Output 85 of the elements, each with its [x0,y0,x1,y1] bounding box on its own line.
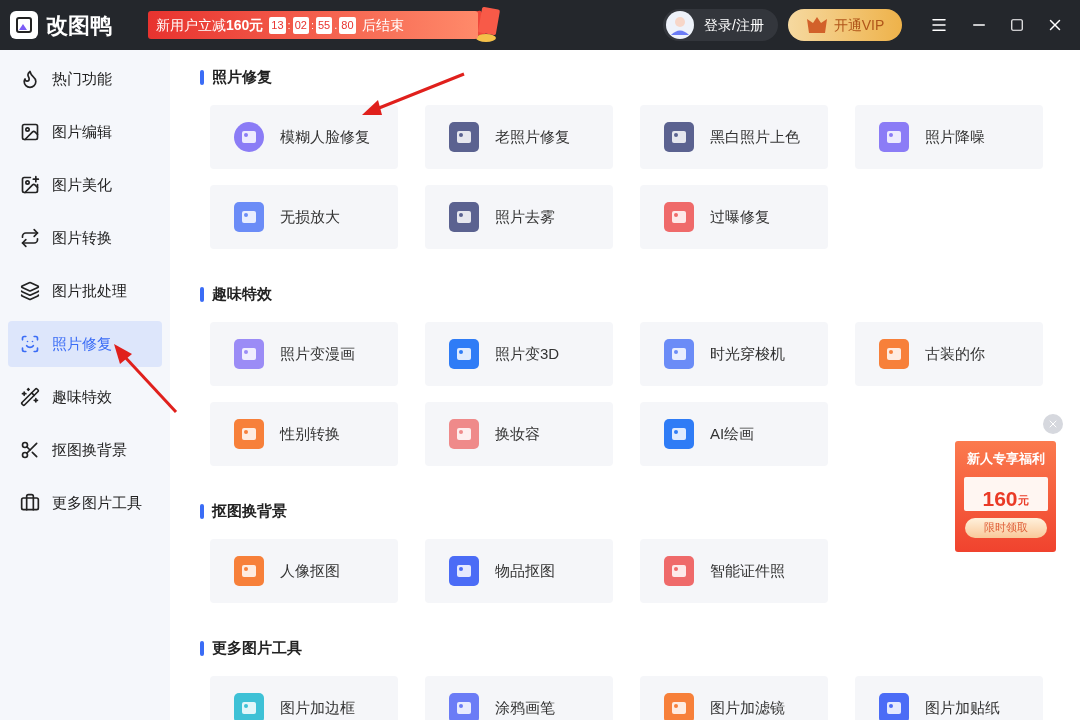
tool-card[interactable]: 图片加贴纸 [855,676,1043,720]
section-title: 抠图换背景 [212,500,287,521]
promo-suffix: 后结束 [361,15,404,35]
tool-icon [877,120,911,154]
section-title: 趣味特效 [212,283,272,304]
tool-card[interactable]: 照片变3D [425,322,613,386]
tool-card[interactable]: 照片降噪 [855,105,1043,169]
countdown-separator: . [334,17,338,33]
sidebar-item[interactable]: 图片转换 [8,215,162,261]
tool-card[interactable]: 物品抠图 [425,539,613,603]
tool-icon [877,337,911,371]
sidebar-item-icon [20,228,40,248]
tool-card[interactable]: 涂鸦画笔 [425,676,613,720]
tool-icon [447,417,481,451]
countdown-digits: 55 [316,16,333,34]
tool-card[interactable]: 智能证件照 [640,539,828,603]
tool-card[interactable]: 古装的你 [855,322,1043,386]
sidebar-item[interactable]: 更多图片工具 [8,480,162,526]
promo-banner[interactable]: 新用户立减160元 13 : 02 : 55 . 80 后结束 [148,11,478,39]
tool-icon [447,554,481,588]
tool-icon [662,691,696,720]
tool-icon [232,691,266,720]
gift-popup[interactable]: 新人专享福利 160元 限时领取 [955,441,1056,552]
sidebar-item[interactable]: 图片美化 [8,162,162,208]
coupon-unit: 元 [1017,494,1029,508]
section-title: 更多图片工具 [212,637,302,658]
tool-icon [447,120,481,154]
sidebar-item[interactable]: 图片批处理 [8,268,162,314]
tool-card[interactable]: 时光穿梭机 [640,322,828,386]
promo-text: 新用户立减160元 [156,15,264,35]
countdown-separator: : [287,17,291,33]
gift-title: 新人专享福利 [966,450,1045,468]
tool-icon [662,554,696,588]
tool-card[interactable]: 过曝修复 [640,185,828,249]
tool-icon [447,337,481,371]
tool-card[interactable]: 人像抠图 [210,539,398,603]
section-title: 照片修复 [212,66,272,87]
sidebar-item[interactable]: 趣味特效 [8,374,162,420]
tool-icon [232,200,266,234]
sidebar-item-icon [20,281,40,301]
maximize-icon[interactable] [1010,18,1024,32]
tool-card[interactable]: 照片去雾 [425,185,613,249]
tool-icon [232,417,266,451]
countdown-digits: 02 [292,16,309,34]
tool-icon [232,554,266,588]
coupon-amount: 160 [982,487,1018,509]
sidebar-item-icon [20,175,40,195]
tool-icon [662,417,696,451]
sidebar-item-icon [20,440,40,460]
tool-icon [232,337,266,371]
tool-icon [662,200,696,234]
tool-icon [662,120,696,154]
tool-icon [447,200,481,234]
login-button[interactable]: 登录/注册 [663,9,778,41]
sidebar-item[interactable]: 图片编辑 [8,109,162,155]
sidebar-item-icon [20,69,40,89]
tool-icon [232,120,266,154]
tool-card[interactable]: AI绘画 [640,402,828,466]
tool-icon [877,691,911,720]
countdown-digits: 80 [339,16,356,34]
app-name: 改图鸭 [46,11,112,40]
sidebar-item[interactable]: 照片修复 [8,321,162,367]
avatar-icon [666,11,695,39]
sidebar-item[interactable]: 抠图换背景 [8,427,162,473]
tool-card[interactable]: 无损放大 [210,185,398,249]
sidebar-item-icon [20,122,40,142]
tool-card[interactable]: 黑白照片上色 [640,105,828,169]
sidebar-item-icon [20,387,40,407]
tool-card[interactable]: 换妆容 [425,402,613,466]
tool-icon [447,691,481,720]
sidebar-item-icon [20,493,40,513]
tool-card[interactable]: 模糊人脸修复 [210,105,398,169]
crown-icon [805,16,828,34]
tool-card[interactable]: 图片加滤镜 [640,676,828,720]
tool-card[interactable]: 照片变漫画 [210,322,398,386]
tool-icon [662,337,696,371]
countdown-separator: : [310,17,314,33]
tool-card[interactable]: 老照片修复 [425,105,613,169]
tool-card[interactable]: 性别转换 [210,402,398,466]
menu-icon[interactable] [930,16,948,34]
sidebar-item[interactable]: 热门功能 [8,56,162,102]
countdown-digits: 13 [269,16,286,34]
tool-card[interactable]: 图片加边框 [210,676,398,720]
app-logo-icon [10,11,38,39]
sidebar-item-icon [20,334,40,354]
